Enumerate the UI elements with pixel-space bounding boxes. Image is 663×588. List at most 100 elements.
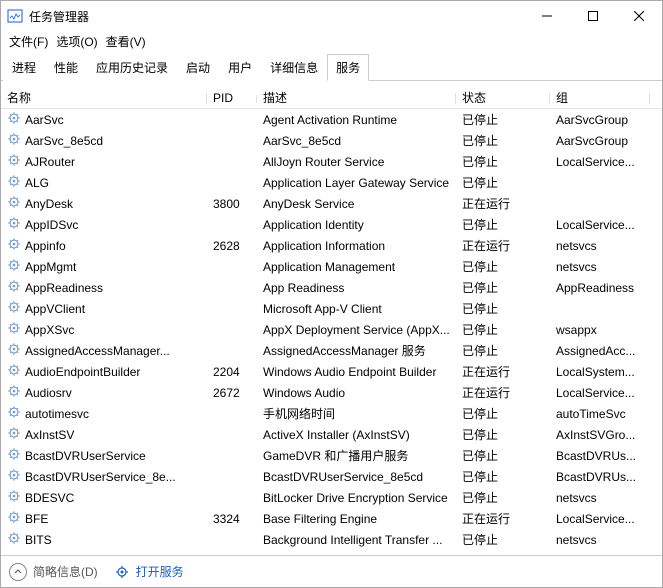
tab-3[interactable]: 启动: [177, 54, 219, 81]
table-row[interactable]: BDESVCBitLocker Drive Encryption Service…: [1, 487, 662, 508]
cell-name: AppMgmt: [1, 258, 207, 275]
cell-description: Application Identity: [257, 218, 456, 232]
table-row[interactable]: BcastDVRUserService_8e...BcastDVRUserSer…: [1, 466, 662, 487]
cell-status: 已停止: [456, 489, 550, 506]
service-icon: [7, 195, 21, 212]
cell-name: AxInstSV: [1, 426, 207, 443]
table-row[interactable]: AssignedAccessManager...AssignedAccessMa…: [1, 340, 662, 361]
cell-name: AppIDSvc: [1, 216, 207, 233]
status-bar: 简略信息(D) 打开服务: [1, 555, 662, 587]
maximize-button[interactable]: [570, 1, 616, 31]
table-row[interactable]: BITSBackground Intelligent Transfer ...已…: [1, 529, 662, 550]
open-services-button[interactable]: 打开服务: [114, 563, 184, 580]
minimize-button[interactable]: [524, 1, 570, 31]
cell-description: App Readiness: [257, 281, 456, 295]
cell-status: 已停止: [456, 153, 550, 170]
service-icon: [7, 279, 21, 296]
cell-status: 已停止: [456, 174, 550, 191]
table-row[interactable]: AJRouterAllJoyn Router Service已停止LocalSe…: [1, 151, 662, 172]
cell-description: Background Intelligent Transfer ...: [257, 533, 456, 547]
table-row[interactable]: ALGApplication Layer Gateway Service已停止: [1, 172, 662, 193]
table-row[interactable]: AppIDSvcApplication Identity已停止LocalServ…: [1, 214, 662, 235]
table-row[interactable]: AppReadinessApp Readiness已停止AppReadiness: [1, 277, 662, 298]
cell-group: autoTimeSvc: [550, 407, 650, 421]
cell-pid: 3324: [207, 512, 257, 526]
column-description[interactable]: 描述: [257, 89, 456, 106]
cell-name: Audiosrv: [1, 384, 207, 401]
cell-description: Application Information: [257, 239, 456, 253]
cell-group: LocalService...: [550, 218, 650, 232]
table-row[interactable]: AarSvc_8e5cdAarSvc_8e5cd已停止AarSvcGroup: [1, 130, 662, 151]
cell-name: AssignedAccessManager...: [1, 342, 207, 359]
cell-description: BcastDVRUserService_8e5cd: [257, 470, 456, 484]
close-button[interactable]: [616, 1, 662, 31]
cell-name: AJRouter: [1, 153, 207, 170]
tab-0[interactable]: 进程: [3, 54, 45, 81]
service-icon: [7, 531, 21, 548]
cell-status: 已停止: [456, 405, 550, 422]
cell-description: 手机网络时间: [257, 405, 456, 422]
menu-file[interactable]: 文件(F): [9, 33, 48, 50]
service-icon: [7, 426, 21, 443]
task-manager-icon: [7, 8, 23, 24]
table-row[interactable]: AudioEndpointBuilder2204Windows Audio En…: [1, 361, 662, 382]
cell-name: AppReadiness: [1, 279, 207, 296]
service-icon: [7, 384, 21, 401]
table-row[interactable]: AxInstSVActiveX Installer (AxInstSV)已停止A…: [1, 424, 662, 445]
table-row[interactable]: AppVClientMicrosoft App-V Client已停止: [1, 298, 662, 319]
tab-6[interactable]: 服务: [327, 54, 369, 81]
cell-status: 已停止: [456, 321, 550, 338]
tab-2[interactable]: 应用历史记录: [87, 54, 177, 81]
table-body[interactable]: AarSvcAgent Activation Runtime已停止AarSvcG…: [1, 109, 662, 555]
fewer-details-button[interactable]: 简略信息(D): [9, 563, 98, 581]
cell-pid: 2628: [207, 239, 257, 253]
table-row[interactable]: BcastDVRUserServiceGameDVR 和广播用户服务已停止Bca…: [1, 445, 662, 466]
cell-description: Agent Activation Runtime: [257, 113, 456, 127]
cell-group: LocalService...: [550, 386, 650, 400]
service-icon: [7, 237, 21, 254]
table-row[interactable]: BFE3324Base Filtering Engine正在运行LocalSer…: [1, 508, 662, 529]
menu-view[interactable]: 查看(V): [106, 33, 146, 50]
cell-status: 已停止: [456, 279, 550, 296]
service-icon: [7, 132, 21, 149]
tab-5[interactable]: 详细信息: [261, 54, 327, 81]
column-name[interactable]: 名称: [1, 89, 207, 106]
chevron-up-icon: [9, 563, 27, 581]
cell-description: Application Management: [257, 260, 456, 274]
table-row[interactable]: AarSvcAgent Activation Runtime已停止AarSvcG…: [1, 109, 662, 130]
table-row[interactable]: AppMgmtApplication Management已停止netsvcs: [1, 256, 662, 277]
table-row[interactable]: Appinfo2628Application Information正在运行ne…: [1, 235, 662, 256]
tab-1[interactable]: 性能: [45, 54, 87, 81]
cell-group: netsvcs: [550, 491, 650, 505]
cell-status: 已停止: [456, 426, 550, 443]
service-icon: [7, 405, 21, 422]
table-row[interactable]: autotimesvc手机网络时间已停止autoTimeSvc: [1, 403, 662, 424]
service-icon: [7, 216, 21, 233]
cell-name: AppXSvc: [1, 321, 207, 338]
service-icon: [7, 300, 21, 317]
cell-name: BDESVC: [1, 489, 207, 506]
table-row[interactable]: AppXSvcAppX Deployment Service (AppX...已…: [1, 319, 662, 340]
cell-name: AudioEndpointBuilder: [1, 363, 207, 380]
column-group[interactable]: 组: [550, 89, 650, 106]
table-header: 名称 PID 描述 状态 组: [1, 81, 662, 109]
menu-options[interactable]: 选项(O): [56, 33, 97, 50]
service-icon: [7, 342, 21, 359]
column-pid[interactable]: PID: [207, 91, 257, 105]
service-icon: [7, 111, 21, 128]
service-icon: [7, 174, 21, 191]
gear-icon: [114, 564, 130, 580]
table-row[interactable]: Audiosrv2672Windows Audio正在运行LocalServic…: [1, 382, 662, 403]
tab-4[interactable]: 用户: [219, 54, 261, 81]
cell-group: wsappx: [550, 323, 650, 337]
cell-description: AnyDesk Service: [257, 197, 456, 211]
cell-description: ActiveX Installer (AxInstSV): [257, 428, 456, 442]
table-row[interactable]: AnyDesk3800AnyDesk Service正在运行: [1, 193, 662, 214]
cell-status: 已停止: [456, 258, 550, 275]
cell-description: AarSvc_8e5cd: [257, 134, 456, 148]
cell-status: 正在运行: [456, 363, 550, 380]
column-status[interactable]: 状态: [456, 89, 550, 106]
cell-name: BcastDVRUserService: [1, 447, 207, 464]
cell-status: 正在运行: [456, 384, 550, 401]
cell-description: AllJoyn Router Service: [257, 155, 456, 169]
